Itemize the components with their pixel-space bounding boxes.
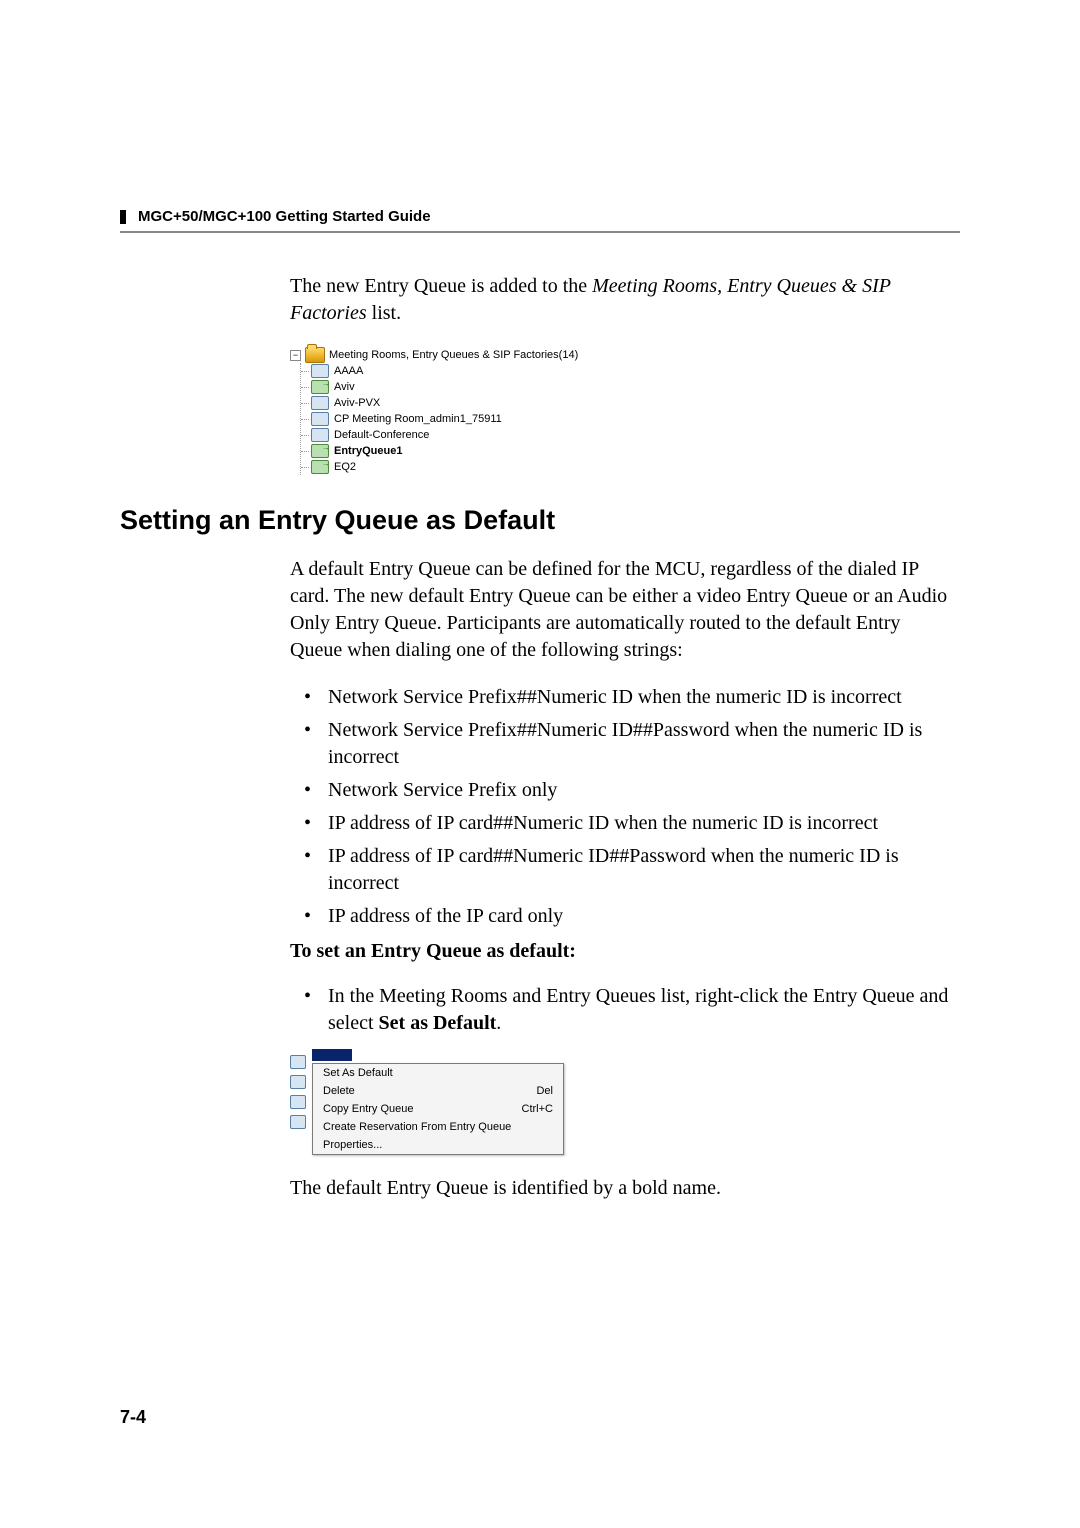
- mini-tree-node: [290, 1075, 306, 1089]
- step-bold: Set as Default: [379, 1012, 497, 1034]
- step-list: In the Meeting Rooms and Entry Queues li…: [290, 983, 950, 1037]
- intro-paragraph: The new Entry Queue is added to the Meet…: [290, 273, 950, 327]
- mini-tree-node: [290, 1055, 306, 1069]
- context-menu-label: Create Reservation From Entry Queue: [323, 1121, 511, 1133]
- tree-item[interactable]: EntryQueue1: [311, 443, 950, 459]
- tree-item-label: AAAA: [334, 365, 363, 377]
- context-menu-label: Delete: [323, 1085, 355, 1097]
- bullet-item: IP address of IP card##Numeric ID when t…: [290, 810, 950, 837]
- bullet-item: Network Service Prefix##Numeric ID when …: [290, 684, 950, 711]
- tree-item-label: EntryQueue1: [334, 445, 402, 457]
- context-menu[interactable]: Set As DefaultDeleteDelCopy Entry QueueC…: [312, 1063, 564, 1155]
- entry-queue-icon: [311, 380, 329, 394]
- section-paragraph: A default Entry Queue can be defined for…: [290, 556, 950, 664]
- context-menu-shortcut: Del: [536, 1085, 553, 1097]
- context-menu-item[interactable]: Copy Entry Queue Ctrl+C: [313, 1100, 563, 1118]
- closing-paragraph: The default Entry Queue is identified by…: [290, 1175, 950, 1202]
- change-bar-icon: [120, 210, 126, 224]
- folder-icon: [305, 347, 325, 363]
- tree-item[interactable]: CP Meeting Room_admin1_75911: [311, 411, 950, 427]
- mini-tree-node: [290, 1115, 306, 1129]
- context-menu-label: Set As Default: [323, 1067, 393, 1079]
- bullet-list: Network Service Prefix##Numeric ID when …: [290, 684, 950, 930]
- mini-tree: [290, 1049, 308, 1129]
- entry-queue-icon: [311, 460, 329, 474]
- tree-item-label: Aviv: [334, 381, 355, 393]
- mini-tree-node: [290, 1095, 306, 1109]
- bullet-item: Network Service Prefix##Numeric ID##Pass…: [290, 717, 950, 771]
- tree-item-label: EQ2: [334, 461, 356, 473]
- collapse-icon[interactable]: −: [290, 350, 301, 361]
- context-menu-item[interactable]: Set As Default: [313, 1064, 563, 1082]
- tree-item[interactable]: Aviv-PVX: [311, 395, 950, 411]
- tree-item[interactable]: EQ2: [311, 459, 950, 475]
- tree-item[interactable]: AAAA: [311, 363, 950, 379]
- step-item: In the Meeting Rooms and Entry Queues li…: [290, 983, 950, 1037]
- context-menu-item[interactable]: Create Reservation From Entry Queue: [313, 1118, 563, 1136]
- step-post: .: [496, 1012, 501, 1034]
- tree-item[interactable]: Aviv: [311, 379, 950, 395]
- meeting-room-icon: [311, 364, 329, 378]
- intro-pre: The new Entry Queue is added to the: [290, 275, 592, 297]
- header-rule: [120, 231, 960, 233]
- meeting-room-icon: [311, 412, 329, 426]
- bullet-item: Network Service Prefix only: [290, 777, 950, 804]
- tree-root-label: Meeting Rooms, Entry Queues & SIP Factor…: [329, 349, 578, 361]
- intro-post: list.: [367, 302, 401, 324]
- tree-item-label: Aviv-PVX: [334, 397, 380, 409]
- meeting-room-icon: [311, 396, 329, 410]
- context-menu-item[interactable]: Properties...: [313, 1136, 563, 1154]
- tree-item-label: Default-Conference: [334, 429, 429, 441]
- context-menu-label: Copy Entry Queue: [323, 1103, 414, 1115]
- tree-view: − Meeting Rooms, Entry Queues & SIP Fact…: [290, 347, 950, 475]
- context-menu-shortcut: Ctrl+C: [522, 1103, 553, 1115]
- section-heading: Setting an Entry Queue as Default: [120, 505, 960, 536]
- procedure-heading: To set an Entry Queue as default:: [290, 940, 950, 963]
- tree-root[interactable]: − Meeting Rooms, Entry Queues & SIP Fact…: [290, 347, 950, 363]
- context-menu-label: Properties...: [323, 1139, 382, 1151]
- tree-item-label: CP Meeting Room_admin1_75911: [334, 413, 502, 425]
- meeting-room-icon: [311, 428, 329, 442]
- bullet-item: IP address of IP card##Numeric ID##Passw…: [290, 843, 950, 897]
- context-menu-figure: Set As DefaultDeleteDelCopy Entry QueueC…: [290, 1049, 950, 1155]
- context-menu-item[interactable]: Delete Del: [313, 1082, 563, 1100]
- selected-item-highlight: [312, 1049, 352, 1061]
- entry-queue-icon: [311, 444, 329, 458]
- page-header: MGC+50/MGC+100 Getting Started Guide: [138, 208, 431, 225]
- tree-item[interactable]: Default-Conference: [311, 427, 950, 443]
- page-number: 7-4: [120, 1407, 146, 1428]
- bullet-item: IP address of the IP card only: [290, 903, 950, 930]
